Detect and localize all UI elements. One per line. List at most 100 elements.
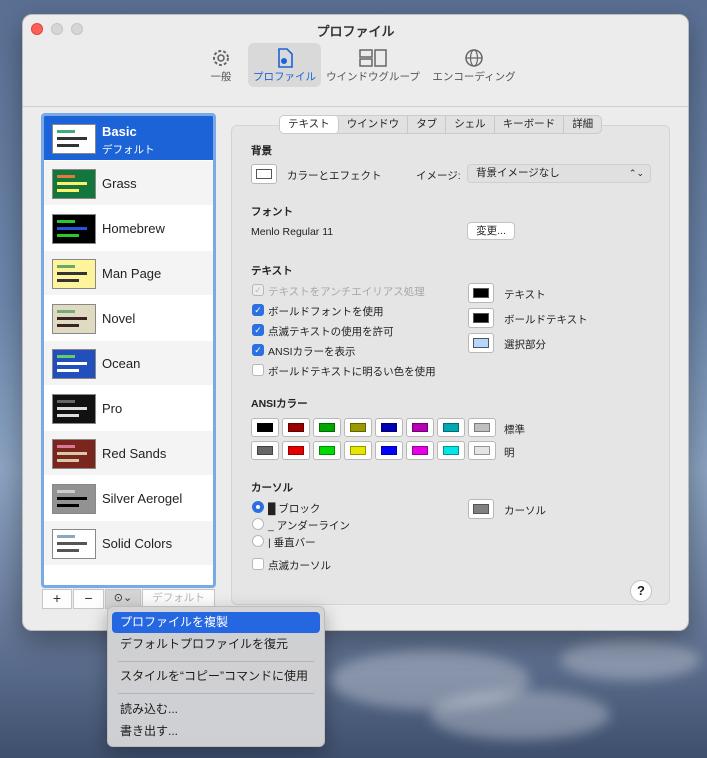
menu-item-import[interactable]: 読み込む... bbox=[112, 699, 320, 720]
tab-shell[interactable]: シェル bbox=[446, 116, 495, 133]
bright-bold-checkbox[interactable] bbox=[252, 364, 264, 376]
tab-window[interactable]: ウインドウ bbox=[339, 116, 409, 133]
profile-default-label: デフォルト bbox=[102, 144, 155, 156]
menu-item-export[interactable]: 書き出す... bbox=[112, 721, 320, 742]
cursor-underline-radio[interactable] bbox=[252, 518, 264, 530]
background-color-well[interactable] bbox=[251, 164, 277, 184]
profile-thumbnail bbox=[52, 124, 96, 154]
profile-list[interactable]: Basic デフォルト Grass Homebrew Man Page Nove… bbox=[41, 113, 216, 588]
profile-item-man-page[interactable]: Man Page bbox=[44, 251, 213, 296]
ansi-normal-label: 標準 bbox=[504, 424, 525, 436]
font-value: Menlo Regular 11 bbox=[251, 226, 334, 238]
ansi-bright-5[interactable] bbox=[406, 441, 434, 460]
ansi-normal-5[interactable] bbox=[406, 418, 434, 437]
profile-item-red-sands[interactable]: Red Sands bbox=[44, 431, 213, 476]
ansi-normal-4[interactable] bbox=[375, 418, 403, 437]
toolbar-window-groups[interactable]: ウインドウグループ bbox=[326, 43, 420, 87]
background-section-title: 背景 bbox=[251, 145, 272, 157]
ansi-colors-checkbox[interactable]: ✓ bbox=[252, 344, 264, 356]
toolbar-general[interactable]: 一般 bbox=[201, 43, 241, 87]
profile-item-basic[interactable]: Basic デフォルト bbox=[44, 116, 213, 161]
help-button[interactable]: ? bbox=[630, 580, 652, 602]
profile-item-silver-aerogel[interactable]: Silver Aerogel bbox=[44, 476, 213, 521]
profile-thumbnail bbox=[52, 304, 96, 334]
ansi-bright-1[interactable] bbox=[282, 441, 310, 460]
change-font-button[interactable]: 変更... bbox=[467, 222, 515, 240]
antialias-checkbox: ✓ bbox=[252, 284, 264, 296]
action-menu: プロファイルを複製 デフォルトプロファイルを復元 スタイルを“コピー”コマンドに… bbox=[107, 606, 325, 747]
text-color-well[interactable] bbox=[468, 283, 494, 303]
background-image-value: 背景イメージなし bbox=[476, 167, 560, 179]
profile-name: Man Page bbox=[102, 266, 162, 281]
cursor-bar-label: | 垂直バー bbox=[268, 537, 316, 549]
toolbar-general-label: 一般 bbox=[210, 71, 232, 83]
toolbar-profiles[interactable]: プロファイル bbox=[248, 43, 321, 87]
tab-advanced[interactable]: 詳細 bbox=[564, 116, 601, 133]
tab-tab[interactable]: タブ bbox=[408, 116, 447, 133]
profile-name: Basic bbox=[102, 124, 137, 139]
ansi-normal-3[interactable] bbox=[344, 418, 372, 437]
ansi-normal-2[interactable] bbox=[313, 418, 341, 437]
blink-text-checkbox[interactable]: ✓ bbox=[252, 324, 264, 336]
ansi-bright-2[interactable] bbox=[313, 441, 341, 460]
tab-keyboard[interactable]: キーボード bbox=[495, 116, 565, 133]
profile-item-ocean[interactable]: Ocean bbox=[44, 341, 213, 386]
cursor-color-well[interactable] bbox=[468, 499, 494, 519]
bold-font-checkbox[interactable]: ✓ bbox=[252, 304, 264, 316]
globe-icon bbox=[465, 49, 483, 67]
ansi-bright-6[interactable] bbox=[437, 441, 465, 460]
profile-item-novel[interactable]: Novel bbox=[44, 296, 213, 341]
profile-item-pro[interactable]: Pro bbox=[44, 386, 213, 431]
profile-thumbnail bbox=[52, 259, 96, 289]
ansi-bright-4[interactable] bbox=[375, 441, 403, 460]
profile-name: Novel bbox=[102, 311, 136, 326]
profile-item-grass[interactable]: Grass bbox=[44, 161, 213, 206]
ansi-bright-0[interactable] bbox=[251, 441, 279, 460]
menu-item-restore-default-profiles[interactable]: デフォルトプロファイルを復元 bbox=[112, 634, 320, 655]
menu-separator bbox=[118, 693, 314, 694]
profile-name: Solid Colors bbox=[102, 536, 173, 551]
profile-name: Silver Aerogel bbox=[102, 491, 183, 506]
ansi-normal-7[interactable] bbox=[468, 418, 496, 437]
profile-name: Homebrew bbox=[102, 221, 165, 236]
ansi-section-title: ANSIカラー bbox=[251, 398, 308, 410]
bold-font-label: ボールドフォントを使用 bbox=[268, 306, 384, 318]
ansi-colors-label: ANSIカラーを表示 bbox=[268, 346, 356, 358]
profile-name: Pro bbox=[102, 401, 123, 416]
ansi-normal-6[interactable] bbox=[437, 418, 465, 437]
remove-profile-button[interactable]: − bbox=[73, 589, 104, 609]
ansi-normal-1[interactable] bbox=[282, 418, 310, 437]
cursor-block-radio[interactable] bbox=[252, 501, 264, 513]
profile-thumbnail bbox=[52, 529, 96, 559]
profile-item-homebrew[interactable]: Homebrew bbox=[44, 206, 213, 251]
cursor-underline-label: _ アンダーライン bbox=[268, 520, 350, 532]
ansi-bright-3[interactable] bbox=[344, 441, 372, 460]
tab-text[interactable]: テキスト bbox=[280, 116, 339, 133]
blink-text-label: 点滅テキストの使用を許可 bbox=[268, 326, 394, 338]
menu-item-duplicate-profile[interactable]: プロファイルを複製 bbox=[112, 612, 320, 633]
toolbar-encodings-label: エンコーディング bbox=[432, 71, 516, 83]
ansi-bright-7[interactable] bbox=[468, 441, 496, 460]
cursor-bar-radio[interactable] bbox=[252, 535, 264, 547]
cursor-section-title: カーソル bbox=[251, 482, 293, 494]
updown-chevron-icon: ⌃⌄ bbox=[628, 168, 644, 178]
desktop-cloud bbox=[560, 640, 700, 680]
selection-color-well[interactable] bbox=[468, 333, 494, 353]
add-profile-button[interactable]: + bbox=[42, 589, 72, 609]
selection-color-label: 選択部分 bbox=[504, 339, 546, 351]
background-color-label: カラーとエフェクト bbox=[287, 170, 382, 182]
profile-name: Ocean bbox=[102, 356, 141, 371]
background-image-select[interactable]: 背景イメージなし ⌃⌄ bbox=[467, 164, 651, 183]
ansi-normal-0[interactable] bbox=[251, 418, 279, 437]
gear-icon bbox=[213, 50, 229, 66]
menu-item-use-style-for-copy[interactable]: スタイルを“コピー”コマンドに使用 bbox=[112, 666, 320, 687]
bold-text-color-well[interactable] bbox=[468, 308, 494, 328]
text-color-label: テキスト bbox=[504, 289, 546, 301]
toolbar-window-groups-label: ウインドウグループ bbox=[326, 71, 420, 83]
blink-cursor-checkbox[interactable] bbox=[252, 558, 264, 570]
titlebar: プロファイル 一般 プロファイル ウインドウグループ エンコーディング bbox=[23, 15, 688, 107]
profile-document-icon bbox=[277, 48, 293, 68]
profile-item-solid-colors[interactable]: Solid Colors bbox=[44, 521, 213, 566]
window-title: プロファイル bbox=[316, 24, 395, 39]
toolbar-encodings[interactable]: エンコーディング bbox=[430, 43, 518, 87]
